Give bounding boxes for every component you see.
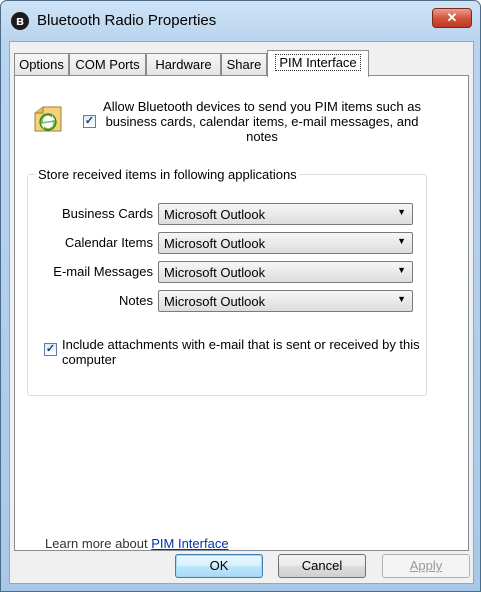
title-bar[interactable]: ʙ Bluetooth Radio Properties ✕	[1, 1, 480, 41]
dialog-client: Options COM Ports Hardware Share PIM Int…	[9, 41, 474, 584]
tab-pim-interface[interactable]: PIM Interface	[267, 50, 369, 77]
email-messages-row: E-mail Messages Microsoft Outlook ▼	[28, 261, 428, 283]
chevron-down-icon: ▼	[397, 207, 406, 217]
business-cards-label: Business Cards	[61, 206, 153, 221]
business-cards-select[interactable]: Microsoft Outlook ▼	[158, 203, 413, 225]
email-messages-select[interactable]: Microsoft Outlook ▼	[158, 261, 413, 283]
tab-share[interactable]: Share	[221, 53, 267, 76]
close-button[interactable]: ✕	[432, 8, 472, 28]
calendar-items-row: Calendar Items Microsoft Outlook ▼	[28, 232, 428, 254]
chevron-down-icon: ▼	[397, 265, 406, 275]
calendar-items-label: Calendar Items	[64, 235, 153, 250]
include-attachments-label: Include attachments with e-mail that is …	[62, 337, 420, 367]
chevron-down-icon: ▼	[397, 294, 406, 304]
apply-button-label: Apply	[409, 558, 443, 573]
notes-select[interactable]: Microsoft Outlook ▼	[158, 290, 413, 312]
calendar-items-select[interactable]: Microsoft Outlook ▼	[158, 232, 413, 254]
properties-window: ʙ Bluetooth Radio Properties ✕ Options C…	[0, 0, 481, 592]
notes-value: Microsoft Outlook	[164, 294, 266, 309]
notes-label: Notes	[119, 293, 153, 308]
email-messages-value: Microsoft Outlook	[164, 265, 266, 280]
allow-pim-checkbox[interactable]: ✓	[83, 115, 96, 128]
business-cards-row: Business Cards Microsoft Outlook ▼	[28, 203, 428, 225]
learn-more-prefix: Learn more about	[45, 536, 152, 551]
business-cards-value: Microsoft Outlook	[164, 207, 266, 222]
bluetooth-icon: ʙ	[11, 12, 29, 30]
pim-sync-icon	[34, 106, 62, 132]
store-items-group: Store received items in following applic…	[27, 167, 428, 396]
tab-pim-interface-label: PIM Interface	[275, 54, 361, 71]
tab-com-ports[interactable]: COM Ports	[69, 53, 146, 76]
pim-interface-page: ✓ Allow Bluetooth devices to send you PI…	[14, 75, 469, 551]
allow-pim-label: Allow Bluetooth devices to send you PIM …	[103, 99, 421, 144]
tab-options[interactable]: Options	[14, 53, 69, 76]
include-attachments-checkbox[interactable]: ✓	[44, 343, 57, 356]
cancel-button[interactable]: Cancel	[278, 554, 366, 578]
ok-button[interactable]: OK	[175, 554, 263, 578]
window-title: Bluetooth Radio Properties	[37, 12, 217, 29]
learn-more: Learn more about PIM Interface	[45, 536, 229, 551]
store-items-group-label: Store received items in following applic…	[36, 167, 299, 182]
tab-hardware[interactable]: Hardware	[146, 53, 221, 76]
email-messages-label: E-mail Messages	[53, 264, 153, 279]
pim-interface-link[interactable]: PIM Interface	[151, 536, 228, 551]
notes-row: Notes Microsoft Outlook ▼	[28, 290, 428, 312]
chevron-down-icon: ▼	[397, 236, 406, 246]
calendar-items-value: Microsoft Outlook	[164, 236, 266, 251]
apply-button[interactable]: Apply	[382, 554, 470, 578]
